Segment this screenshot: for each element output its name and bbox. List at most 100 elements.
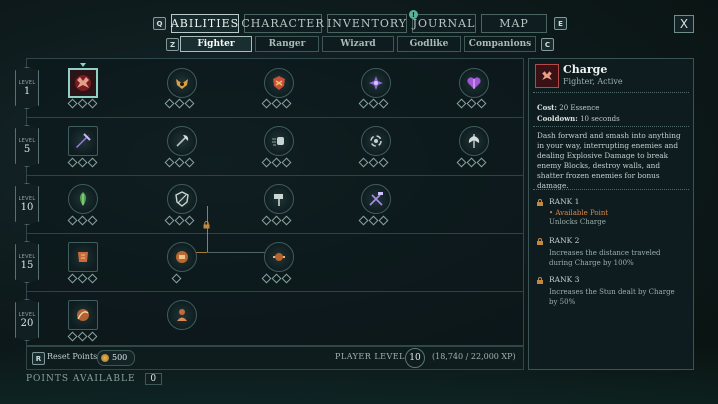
hammer-crest-icon[interactable] <box>264 242 294 272</box>
lock-icon <box>537 199 543 206</box>
leap-slash-icon[interactable] <box>68 300 98 330</box>
cleave-icon[interactable] <box>68 126 98 156</box>
charge-icon <box>535 64 559 88</box>
cooldown-stat: Cooldown: 10 seconds <box>537 114 620 123</box>
reset-key-hint: R <box>32 352 45 365</box>
rank-pips <box>67 331 98 342</box>
level-badge: LEVEL 15 <box>15 241 39 283</box>
rank-2-text: Increases the distance traveled during C… <box>549 249 661 267</box>
cost-stat: Cost: 20 Essence <box>537 103 599 112</box>
level-badge-value: 1 <box>23 85 31 97</box>
next-subtab-key-hint: C <box>541 38 554 51</box>
rank-2-title: RANK 2 <box>549 236 580 245</box>
nature-rune-icon[interactable] <box>68 184 98 214</box>
subtab-wizard[interactable]: Wizard <box>322 36 394 52</box>
subtab-companions[interactable]: Companions <box>464 36 536 52</box>
lock-icon <box>537 238 543 245</box>
divider <box>533 189 689 194</box>
cooldown-value: 10 seconds <box>580 115 620 123</box>
tab-inventory[interactable]: INVENTORY <box>327 14 407 33</box>
hammer-smash-icon[interactable] <box>264 184 294 214</box>
level-badge: LEVEL 20 <box>15 299 39 341</box>
rank-3-text: Increases the Stun dealt by Charge by 50… <box>549 288 675 306</box>
points-available-label: POINTS AVAILABLE <box>26 374 136 384</box>
rank-1-title: RANK 1 <box>549 197 580 206</box>
armor-stance-icon[interactable] <box>68 242 98 272</box>
reset-points-button[interactable]: Reset Points <box>47 352 97 361</box>
lock-icon <box>537 277 543 284</box>
gold-coin-icon <box>101 354 109 362</box>
subtab-godlike[interactable]: Godlike <box>397 36 461 52</box>
rank-pips <box>456 157 487 168</box>
rank-3-title: RANK 3 <box>549 275 580 284</box>
fist-blow-icon[interactable] <box>264 126 294 156</box>
tab-map[interactable]: MAP <box>481 14 547 33</box>
tab-journal[interactable]: JOURNAL <box>412 14 476 33</box>
rank-pips <box>67 157 98 168</box>
rank-pips <box>67 273 98 284</box>
ability-detail-panel: Charge Fighter, Active Cost: 20 Essence … <box>528 58 694 370</box>
charge-icon[interactable] <box>68 68 98 98</box>
level-badge: LEVEL 5 <box>15 125 39 167</box>
rank-pips <box>261 273 292 284</box>
ability-subtitle: Fighter, Active <box>563 77 623 86</box>
rank-pips <box>358 98 389 109</box>
level-row-20 <box>27 291 523 345</box>
player-level-label: PLAYER LEVEL <box>335 352 405 361</box>
subtab-fighter[interactable]: Fighter <box>180 36 252 52</box>
rank-pips <box>358 157 389 168</box>
tab-character[interactable]: CHARACTER <box>241 14 324 33</box>
locked-shield-icon[interactable] <box>167 242 197 272</box>
lock-icon <box>203 221 210 229</box>
prev-subtab-key-hint: Z <box>166 38 179 51</box>
rank-pips <box>261 215 292 226</box>
points-available: POINTS AVAILABLE 0 <box>26 373 163 385</box>
points-available-value: 0 <box>145 373 163 385</box>
level-badge: LEVEL 1 <box>15 67 39 109</box>
rank-pips <box>164 157 195 168</box>
shield-strike-icon[interactable] <box>264 68 294 98</box>
next-tab-key-hint: E <box>554 17 567 30</box>
level-badge: LEVEL 10 <box>15 183 39 225</box>
tab-abilities[interactable]: ABILITIES <box>171 14 239 33</box>
rank-pips <box>164 215 195 226</box>
ability-title: Charge <box>563 63 608 76</box>
battle-axe-icon[interactable] <box>459 126 489 156</box>
shield-block-icon[interactable] <box>167 184 197 214</box>
close-button[interactable]: X <box>674 15 694 33</box>
player-level-value: 10 <box>405 348 425 368</box>
level-badge-value: 20 <box>20 317 34 329</box>
prev-tab-key-hint: Q <box>153 17 166 30</box>
rank-pips <box>261 98 292 109</box>
rank-pips <box>164 98 195 109</box>
tree-footer: R Reset Points 500 PLAYER LEVEL 10 (18,7… <box>26 346 524 370</box>
divider <box>533 92 689 97</box>
whirlwind-icon[interactable] <box>361 126 391 156</box>
main-tab-bar: Q ABILITIES CHARACTER INVENTORY JOURNAL … <box>0 10 718 34</box>
crossed-hammers-icon[interactable] <box>361 184 391 214</box>
armored-warrior-icon[interactable] <box>167 300 197 330</box>
ability-description: Dash forward and smash into anything in … <box>537 131 681 190</box>
xp-progress-text: (18,740 / 22,000 XP) <box>432 352 516 361</box>
rank-pips <box>171 273 182 284</box>
rank-pips <box>456 98 487 109</box>
rank-pips <box>67 215 98 226</box>
rank-pips <box>67 98 98 109</box>
cost-label: Cost: <box>537 103 557 112</box>
level-badge-value: 5 <box>23 143 31 155</box>
level-badge-value: 10 <box>20 201 34 213</box>
heart-guard-icon[interactable] <box>459 68 489 98</box>
arcane-sigil-icon[interactable] <box>361 68 391 98</box>
cooldown-label: Cooldown: <box>537 114 578 123</box>
axe-swing-icon[interactable] <box>167 126 197 156</box>
rank-pips <box>261 157 292 168</box>
rank-1-text: Unlocks Charge <box>549 218 606 226</box>
ability-tree: LEVEL 1 LEVEL 5 LEVEL 10 LEVEL 15 LEVEL 20 <box>15 58 524 346</box>
reset-cost-value: 500 <box>112 353 128 362</box>
rank-pips <box>358 215 389 226</box>
subtab-ranger[interactable]: Ranger <box>255 36 319 52</box>
cost-value: 20 Essence <box>559 104 600 112</box>
journal-notification-badge: ! <box>409 10 418 19</box>
bull-rush-icon[interactable] <box>167 68 197 98</box>
level-badge-value: 15 <box>20 259 34 271</box>
